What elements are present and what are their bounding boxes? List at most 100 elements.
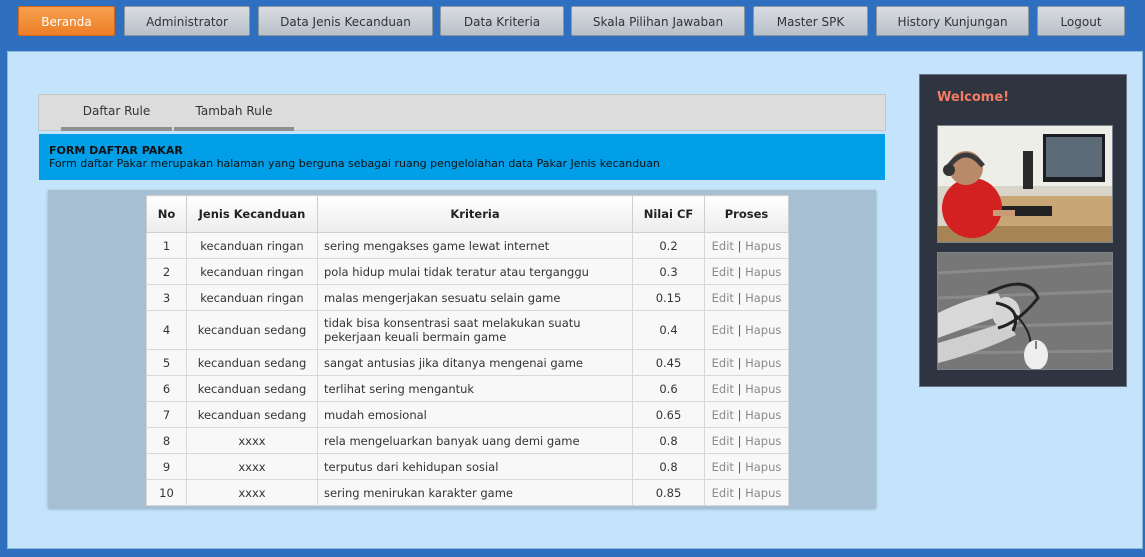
cell-kriteria: sering mengakses game lewat internet bbox=[317, 232, 633, 259]
cell-nilai-cf: 0.65 bbox=[632, 401, 705, 428]
nav-history-kunjungan-button[interactable]: History Kunjungan bbox=[876, 6, 1029, 36]
header-jenis-kecanduan: Jenis Kecanduan bbox=[186, 195, 318, 233]
cell-jenis-kecanduan: kecanduan sedang bbox=[186, 310, 318, 350]
nav-data-kriteria-button[interactable]: Data Kriteria bbox=[440, 6, 564, 36]
table-row: 3 kecanduan ringan malas mengerjakan sesua… bbox=[146, 284, 789, 311]
hapus-link[interactable]: Hapus bbox=[745, 382, 781, 396]
cell-proses: Edit | Hapus bbox=[704, 453, 789, 480]
separator: | bbox=[737, 381, 742, 396]
table-row: 2 kecanduan ringan pola hidup mulai tidak … bbox=[146, 258, 789, 285]
cell-proses: Edit | Hapus bbox=[704, 284, 789, 311]
banner-title: FORM DAFTAR PAKAR bbox=[49, 144, 183, 157]
cell-kriteria: tidak bisa konsentrasi saat melakukan su… bbox=[317, 310, 633, 350]
cell-no: 7 bbox=[146, 401, 187, 428]
rule-table: No Jenis Kecanduan Kriteria Nilai CF Pro… bbox=[146, 195, 789, 506]
cell-jenis-kecanduan: xxxx bbox=[186, 453, 318, 480]
table-row: 10 xxxx sering menirukan karakter game 0.85… bbox=[146, 479, 789, 506]
hapus-link[interactable]: Hapus bbox=[745, 434, 781, 448]
hapus-link[interactable]: Hapus bbox=[745, 265, 781, 279]
edit-link[interactable]: Edit bbox=[712, 265, 734, 279]
welcome-title: Welcome! bbox=[937, 90, 1010, 105]
cell-proses: Edit | Hapus bbox=[704, 349, 789, 376]
separator: | bbox=[737, 433, 742, 448]
cell-jenis-kecanduan: kecanduan ringan bbox=[186, 232, 318, 259]
hapus-link[interactable]: Hapus bbox=[745, 239, 781, 253]
separator: | bbox=[737, 323, 742, 337]
nav-master-spk-button[interactable]: Master SPK bbox=[753, 6, 868, 36]
edit-link[interactable]: Edit bbox=[712, 486, 734, 500]
nav-skala-pilihan-jawaban-button[interactable]: Skala Pilihan Jawaban bbox=[571, 6, 745, 36]
separator: | bbox=[737, 407, 742, 422]
cell-proses: Edit | Hapus bbox=[704, 375, 789, 402]
table-row: 1 kecanduan ringan sering mengakses game l… bbox=[146, 232, 789, 259]
hapus-link[interactable]: Hapus bbox=[745, 460, 781, 474]
cell-no: 1 bbox=[146, 232, 187, 259]
cell-proses: Edit | Hapus bbox=[704, 232, 789, 259]
cell-kriteria: sangat antusias jika ditanya mengenai ga… bbox=[317, 349, 633, 376]
cell-kriteria: sering menirukan karakter game bbox=[317, 479, 633, 506]
hapus-link[interactable]: Hapus bbox=[745, 291, 781, 305]
separator: | bbox=[737, 355, 742, 370]
cell-proses: Edit | Hapus bbox=[704, 310, 789, 350]
edit-link[interactable]: Edit bbox=[712, 291, 734, 305]
hapus-link[interactable]: Hapus bbox=[745, 408, 781, 422]
cell-no: 6 bbox=[146, 375, 187, 402]
cell-no: 2 bbox=[146, 258, 187, 285]
cell-proses: Edit | Hapus bbox=[704, 427, 789, 454]
hapus-link[interactable]: Hapus bbox=[745, 323, 781, 337]
cell-jenis-kecanduan: xxxx bbox=[186, 427, 318, 454]
table-container: No Jenis Kecanduan Kriteria Nilai CF Pro… bbox=[48, 190, 876, 508]
cell-nilai-cf: 0.8 bbox=[632, 427, 705, 454]
separator: | bbox=[737, 485, 742, 500]
nav-data-jenis-kecanduan-button[interactable]: Data Jenis Kecanduan bbox=[258, 6, 433, 36]
edit-link[interactable]: Edit bbox=[712, 434, 734, 448]
nav-beranda-button[interactable]: Beranda bbox=[18, 6, 115, 36]
nav-logout-button[interactable]: Logout bbox=[1037, 6, 1125, 36]
cell-no: 9 bbox=[146, 453, 187, 480]
cell-proses: Edit | Hapus bbox=[704, 401, 789, 428]
tab-tambah-rule[interactable]: Tambah Rule bbox=[174, 95, 294, 131]
hapus-link[interactable]: Hapus bbox=[745, 486, 781, 500]
cell-jenis-kecanduan: kecanduan sedang bbox=[186, 349, 318, 376]
cell-kriteria: mudah emosional bbox=[317, 401, 633, 428]
cell-no: 5 bbox=[146, 349, 187, 376]
cell-jenis-kecanduan: kecanduan ringan bbox=[186, 284, 318, 311]
separator: | bbox=[737, 238, 742, 253]
table-row: 4 kecanduan sedang tidak bisa konsentrasi … bbox=[146, 310, 789, 350]
tab-bar: Daftar Rule Tambah Rule bbox=[38, 94, 886, 131]
cell-nilai-cf: 0.2 bbox=[632, 232, 705, 259]
cell-nilai-cf: 0.45 bbox=[632, 349, 705, 376]
sidebar: Welcome! bbox=[919, 74, 1127, 387]
cell-no: 8 bbox=[146, 427, 187, 454]
edit-link[interactable]: Edit bbox=[712, 239, 734, 253]
edit-link[interactable]: Edit bbox=[712, 460, 734, 474]
edit-link[interactable]: Edit bbox=[712, 356, 734, 370]
cell-nilai-cf: 0.4 bbox=[632, 310, 705, 350]
edit-link[interactable]: Edit bbox=[712, 323, 734, 337]
table-row: 9 xxxx terputus dari kehidupan sosial 0.8 Ed… bbox=[146, 453, 789, 480]
top-nav: Beranda Administrator Data Jenis Kecandu… bbox=[0, 0, 1145, 44]
cell-nilai-cf: 0.8 bbox=[632, 453, 705, 480]
cell-nilai-cf: 0.6 bbox=[632, 375, 705, 402]
table-row: 5 kecanduan sedang sangat antusias jika di… bbox=[146, 349, 789, 376]
header-no: No bbox=[146, 195, 187, 233]
cell-no: 10 bbox=[146, 479, 187, 506]
tab-daftar-rule[interactable]: Daftar Rule bbox=[61, 95, 172, 131]
separator: | bbox=[737, 290, 742, 305]
hapus-link[interactable]: Hapus bbox=[745, 356, 781, 370]
header-nilai-cf: Nilai CF bbox=[632, 195, 705, 233]
header-proses: Proses bbox=[704, 195, 789, 233]
cell-nilai-cf: 0.85 bbox=[632, 479, 705, 506]
cell-jenis-kecanduan: kecanduan ringan bbox=[186, 258, 318, 285]
edit-link[interactable]: Edit bbox=[712, 408, 734, 422]
nav-administrator-button[interactable]: Administrator bbox=[124, 6, 250, 36]
cell-jenis-kecanduan: xxxx bbox=[186, 479, 318, 506]
table-row: 8 xxxx rela mengeluarkan banyak uang demi … bbox=[146, 427, 789, 454]
header-kriteria: Kriteria bbox=[317, 195, 633, 233]
banner-description: Form daftar Pakar merupakan halaman yang… bbox=[49, 157, 660, 170]
edit-link[interactable]: Edit bbox=[712, 382, 734, 396]
cell-proses: Edit | Hapus bbox=[704, 258, 789, 285]
cell-nilai-cf: 0.15 bbox=[632, 284, 705, 311]
separator: | bbox=[737, 264, 742, 279]
cell-kriteria: pola hidup mulai tidak teratur atau terg… bbox=[317, 258, 633, 285]
